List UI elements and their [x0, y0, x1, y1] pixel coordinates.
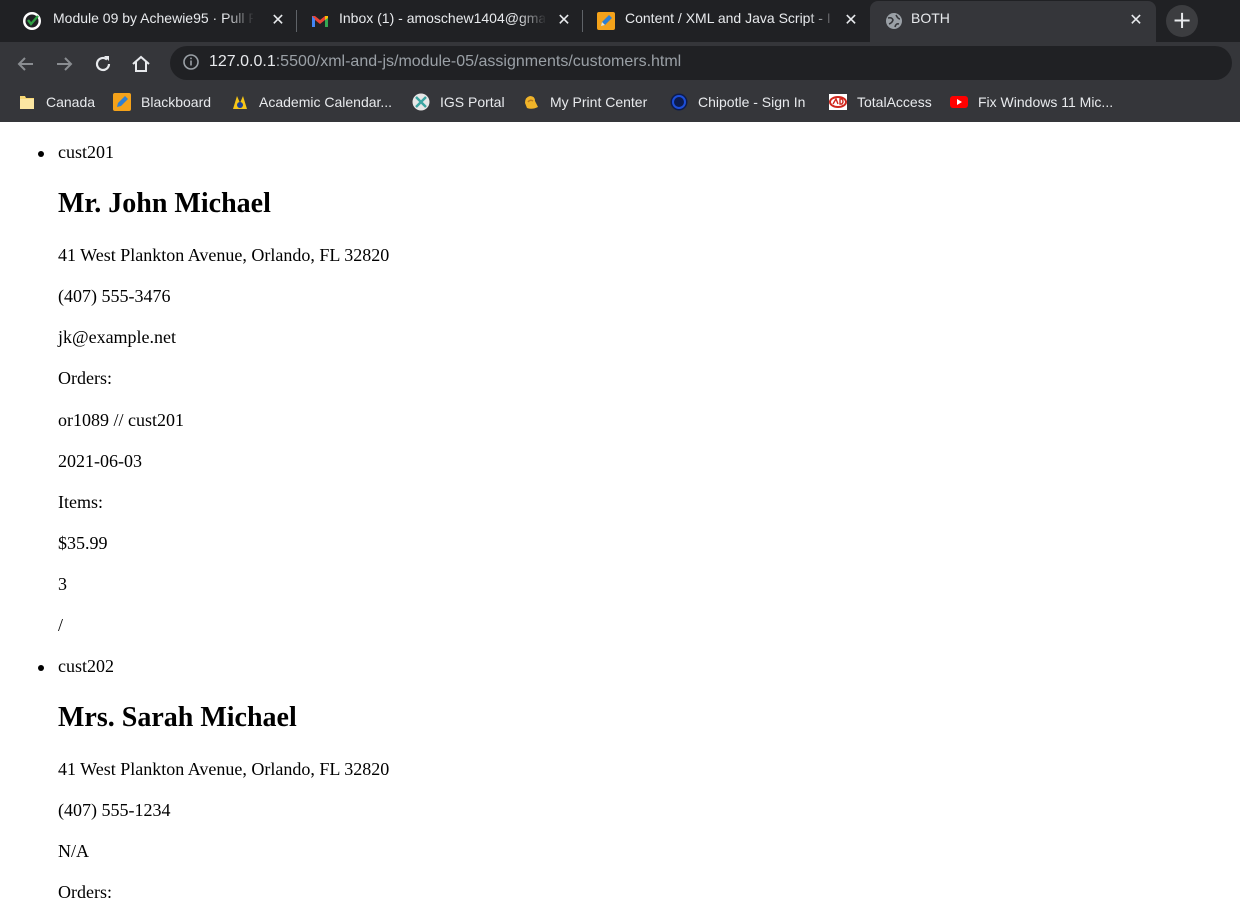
bookmark-totalaccess[interactable]: TotalAccess: [829, 91, 932, 113]
close-tab-icon[interactable]: ✕: [268, 10, 288, 30]
chipotle-icon: [670, 93, 688, 111]
list-bullet: [38, 665, 44, 671]
customer-id: cust201: [58, 142, 114, 162]
adp-icon: [829, 94, 847, 110]
tab-title: Content / XML and Java Script - I: [625, 10, 831, 26]
bookmark-fix-windows-mic[interactable]: Fix Windows 11 Mic...: [950, 91, 1113, 113]
new-tab-button[interactable]: +: [1166, 5, 1198, 37]
customer-address: 41 West Plankton Avenue, Orlando, FL 328…: [58, 245, 390, 265]
tab-both-active[interactable]: BOTH ✕: [870, 1, 1156, 42]
globe-icon: [886, 13, 902, 29]
bookmark-blackboard[interactable]: Blackboard: [113, 91, 211, 113]
order-date: 2021-06-03: [58, 451, 142, 471]
order-reference: or1089 // cust201: [58, 410, 184, 430]
gmail-icon: [312, 16, 328, 27]
calendar-site-icon: [233, 96, 247, 109]
forward-button[interactable]: [51, 51, 77, 77]
bookmark-my-print-center[interactable]: My Print Center: [522, 91, 647, 113]
print-center-icon: [525, 96, 538, 109]
blackboard-icon: [113, 93, 131, 111]
customer-email: N/A: [58, 841, 89, 861]
close-tab-icon[interactable]: ✕: [554, 10, 574, 30]
url-text[interactable]: 127.0.0.1:5500/xml-and-js/module-05/assi…: [209, 53, 681, 71]
reload-icon: [95, 56, 111, 72]
tab-content-xml[interactable]: Content / XML and Java Script - I ✕: [583, 1, 869, 39]
customer-name: Mr. John Michael: [58, 188, 271, 219]
list-bullet: [38, 151, 44, 157]
back-button[interactable]: [13, 51, 39, 77]
tab-strip: Module 09 by Achewie95 · Pull Re ✕ Inbox…: [0, 0, 1240, 42]
bookmark-chipotle[interactable]: Chipotle - Sign In: [670, 91, 805, 113]
youtube-icon: [950, 96, 968, 108]
reload-button[interactable]: [90, 51, 116, 77]
customer-name: Mrs. Sarah Michael: [58, 702, 297, 733]
tab-title: BOTH: [911, 10, 950, 26]
item-separator: /: [58, 615, 64, 635]
bookmark-igs-portal[interactable]: IGS Portal: [412, 91, 505, 113]
github-icon: [23, 12, 41, 30]
tab-gmail-inbox[interactable]: Inbox (1) - amoschew1404@gmai ✕: [297, 1, 582, 39]
item-price: $35.99: [58, 533, 108, 553]
customer-phone: (407) 555-1234: [58, 800, 171, 820]
forward-arrow-icon: [57, 57, 73, 71]
home-button[interactable]: [128, 51, 154, 77]
bookmarks-bar: Canada Blackboard Academic Calendar... I…: [0, 84, 1240, 122]
tab-github-pull-request[interactable]: Module 09 by Achewie95 · Pull Re ✕: [0, 1, 295, 39]
tab-title: Module 09 by Achewie95 · Pull Re: [53, 10, 253, 26]
bookmark-canada[interactable]: Canada: [18, 91, 95, 113]
bookmark-academic-calendar[interactable]: Academic Calendar...: [231, 91, 392, 113]
back-arrow-icon: [17, 57, 33, 71]
orders-label: Orders:: [58, 882, 112, 902]
close-tab-icon[interactable]: ✕: [841, 10, 861, 30]
orders-label: Orders:: [58, 368, 112, 388]
item-quantity: 3: [58, 574, 67, 594]
customer-id: cust202: [58, 656, 114, 676]
close-tab-icon[interactable]: ✕: [1126, 10, 1146, 30]
folder-icon: [20, 96, 34, 109]
tab-title: Inbox (1) - amoschew1404@gmai: [339, 10, 545, 26]
items-label: Items:: [58, 492, 103, 512]
customer-phone: (407) 555-3476: [58, 286, 171, 306]
igs-icon: [412, 93, 430, 111]
site-info-icon[interactable]: [182, 53, 200, 71]
home-icon: [132, 55, 150, 72]
customer-address: 41 West Plankton Avenue, Orlando, FL 328…: [58, 759, 390, 779]
pencil-icon: [597, 12, 615, 30]
customer-email: jk@example.net: [58, 327, 177, 347]
page-content: cust201 Mr. John Michael 41 West Plankto…: [0, 122, 1240, 914]
